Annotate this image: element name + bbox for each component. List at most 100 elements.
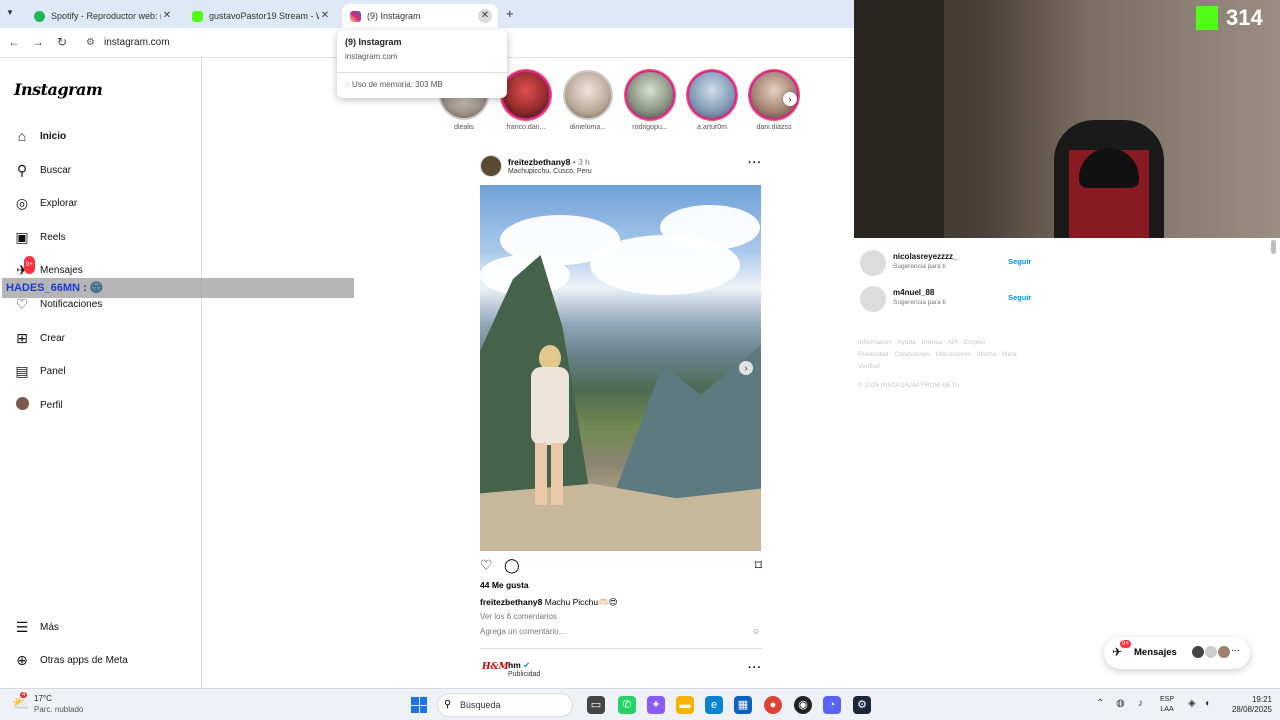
- story-name: franco.dan...: [506, 124, 546, 131]
- avatar-icon: [14, 397, 30, 413]
- back-icon[interactable]: ←: [6, 35, 22, 49]
- windows-start-icon[interactable]: [411, 697, 427, 713]
- carousel-next-icon[interactable]: ›: [739, 361, 753, 375]
- language-indicator[interactable]: ESP LAA: [1160, 695, 1174, 715]
- tab-list-icon[interactable]: ▼: [6, 8, 14, 17]
- story-name: diealis: [454, 124, 474, 131]
- suggestion-item: nicolasreyezzzz_ Sugerencia para ti Segu…: [860, 248, 1040, 284]
- task-view-icon[interactable]: ▭: [587, 696, 605, 714]
- taskbar-search[interactable]: ⚲ Búsqueda: [437, 693, 573, 717]
- close-icon[interactable]: ✕: [478, 9, 492, 23]
- spotify-icon: [34, 10, 45, 22]
- file-explorer-icon[interactable]: ▬: [676, 696, 694, 714]
- whatsapp-icon[interactable]: ✆: [618, 696, 636, 714]
- forward-icon[interactable]: →: [30, 35, 46, 49]
- footer-copyright: © 2025 INSTAGRAM FROM META: [858, 382, 960, 389]
- nav-otras-apps[interactable]: ⊕ Otras apps de Meta: [14, 652, 128, 668]
- tray-overflow-icon[interactable]: ⌃: [1096, 698, 1104, 709]
- add-comment-input[interactable]: Agrega un comentario... ☺: [480, 627, 762, 636]
- instagram-sidebar: Instagram ⌂ Inicio ⚲ Buscar ◎ Explorar ▣…: [0, 58, 202, 688]
- follow-button[interactable]: Seguir: [1008, 257, 1031, 266]
- close-icon[interactable]: ✕: [160, 9, 174, 23]
- post-image[interactable]: [480, 185, 761, 551]
- avatar[interactable]: [860, 286, 886, 312]
- microphone-icon[interactable]: ♪: [1138, 698, 1143, 709]
- story-item[interactable]: rodrigopu...: [624, 70, 676, 131]
- reload-icon[interactable]: ↻: [54, 35, 70, 49]
- post-username-text: hm: [508, 660, 521, 670]
- tab-kick[interactable]: gustavoPastor19 Stream - Wat ✕: [184, 4, 338, 28]
- chrome-icon[interactable]: ●: [764, 696, 782, 714]
- kick-icon: [192, 10, 203, 22]
- messages-pill[interactable]: ✈ 9+ Mensajes ···: [1104, 637, 1250, 669]
- nav-perfil[interactable]: Perfil: [14, 397, 63, 413]
- scrollbar[interactable]: [1271, 240, 1276, 254]
- url-field[interactable]: instagram.com: [104, 37, 170, 48]
- suggestion-sub: Sugerencia para ti: [893, 263, 946, 270]
- hm-logo-icon[interactable]: H&M: [482, 662, 509, 680]
- nav-buscar[interactable]: ⚲ Buscar: [14, 162, 71, 178]
- obs-icon[interactable]: ◉: [794, 696, 812, 714]
- story-avatar: [687, 70, 737, 120]
- new-tab-icon[interactable]: +: [506, 6, 514, 21]
- nav-label: Reels: [40, 231, 66, 243]
- post-caption: freitezbethany8 Machu Picchu🫶🏻😍: [480, 597, 618, 608]
- nav-mas[interactable]: ☰ Más: [14, 619, 59, 635]
- steam-icon[interactable]: ⚙: [853, 696, 871, 714]
- nav-panel[interactable]: ▤ Panel: [14, 363, 65, 379]
- story-item[interactable]: franco.dan...: [500, 70, 552, 131]
- post-location[interactable]: Machupicchu, Cusco, Peru: [508, 168, 592, 175]
- discord-icon[interactable]: ◔: [823, 696, 841, 714]
- save-icon[interactable]: ⌑: [755, 557, 762, 574]
- network-icon[interactable]: ◈: [1188, 698, 1196, 709]
- edge-icon[interactable]: e: [705, 696, 723, 714]
- view-comments-link[interactable]: Ver los 6 comentarios: [480, 612, 557, 621]
- instagram-logo[interactable]: Instagram: [14, 80, 103, 99]
- tab-spotify[interactable]: Spotify - Reproductor web: mú ✕: [26, 4, 180, 28]
- caption-text: Machu Picchu🫶🏻😍: [544, 597, 618, 607]
- post-username[interactable]: hm ✔: [508, 660, 530, 671]
- person-body: [531, 367, 569, 445]
- person-leg: [535, 443, 547, 505]
- post-avatar[interactable]: [480, 155, 502, 177]
- copilot-icon[interactable]: ✦: [647, 696, 665, 714]
- avatar[interactable]: [860, 250, 886, 276]
- caption-username[interactable]: freitezbethany8: [480, 597, 542, 607]
- nav-mensajes[interactable]: ✈ 9+ Mensajes: [14, 256, 83, 278]
- footer-links[interactable]: Información · Ayuda · Prensa · API · Emp…: [858, 337, 1018, 373]
- close-icon[interactable]: ✕: [318, 9, 332, 23]
- heart-icon: ♡: [15, 296, 29, 312]
- tab-instagram[interactable]: (9) Instagram ✕: [342, 4, 498, 28]
- likes-count[interactable]: 44 Me gusta: [480, 580, 529, 590]
- instagram-icon: [350, 10, 361, 22]
- hover-card-memory: ◌ Uso de memoria: 303 MB: [345, 80, 443, 89]
- volume-icon[interactable]: ◖: [1204, 698, 1210, 709]
- nav-explorar[interactable]: ◎ Explorar: [14, 195, 77, 211]
- stories-next-icon[interactable]: ›: [783, 92, 797, 106]
- story-item[interactable]: a.artur0m: [686, 70, 738, 131]
- suggestion-name[interactable]: m4nuel_88: [893, 288, 934, 297]
- nav-crear[interactable]: ⊞ Crear: [14, 330, 65, 346]
- comment-icon[interactable]: ◯: [504, 557, 520, 574]
- story-item[interactable]: dimeloma...: [562, 70, 614, 131]
- menu-icon: ☰: [15, 619, 29, 635]
- more-options-icon[interactable]: ···: [748, 662, 762, 674]
- nav-reels[interactable]: ▣ Reels: [14, 229, 66, 245]
- clock[interactable]: 19:21 28/08/2025: [1226, 695, 1272, 715]
- suggestion-name[interactable]: nicolasreyezzzz_: [893, 252, 957, 261]
- weather-temp[interactable]: 17°C: [34, 694, 52, 703]
- like-icon[interactable]: ♡: [480, 557, 493, 574]
- post-person-figure: [525, 345, 577, 515]
- post-username[interactable]: freitezbethany8: [508, 157, 570, 167]
- emoji-icon[interactable]: ☺: [752, 627, 760, 636]
- tray-app-icon[interactable]: ◍: [1116, 698, 1125, 709]
- clock-time: 19:21: [1251, 695, 1272, 704]
- follow-button[interactable]: Seguir: [1008, 293, 1031, 302]
- more-options-icon[interactable]: ···: [748, 157, 762, 169]
- site-info-icon[interactable]: ⚙: [86, 37, 95, 48]
- tab-hover-card: (9) Instagram instagram.com ◌ Uso de mem…: [337, 30, 507, 98]
- nav-notificaciones[interactable]: ♡ Notificaciones: [14, 296, 103, 312]
- store-icon[interactable]: ▦: [734, 696, 752, 714]
- nav-inicio[interactable]: ⌂ Inicio: [14, 128, 66, 144]
- curtain-shape: [854, 0, 944, 238]
